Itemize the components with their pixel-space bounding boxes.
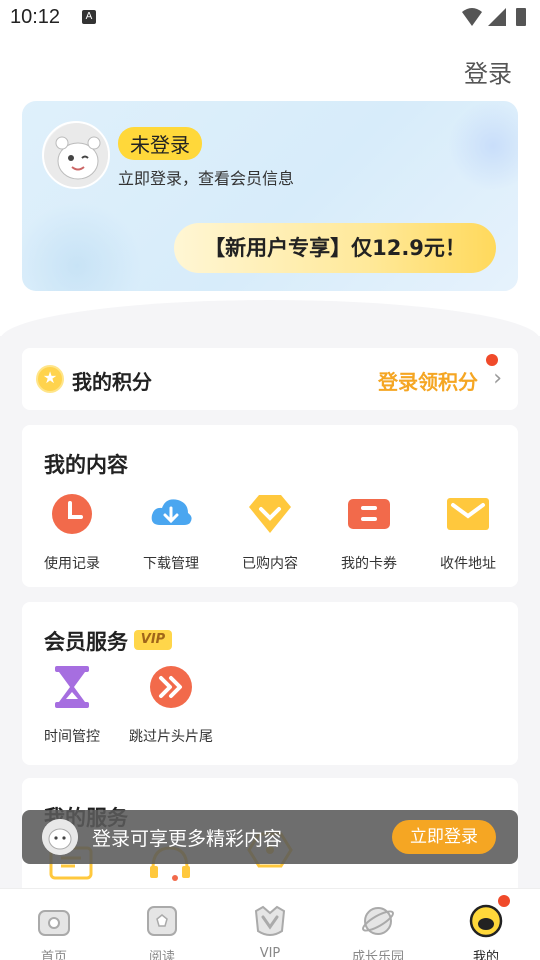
- grid-item-shipping-address[interactable]: 收件地址: [418, 491, 518, 573]
- section-title-member-services: 会员服务: [44, 630, 128, 654]
- my-content-panel: 我的内容 使用记录 下载管理 已购内容 我的卡券 收件地址: [22, 425, 518, 587]
- skip-forward-icon: [150, 666, 192, 708]
- tab-vip[interactable]: VIP: [216, 889, 324, 960]
- status-badge: 未登录: [118, 127, 202, 160]
- cloud-download-icon: [151, 499, 192, 525]
- member-card[interactable]: 未登录 立即登录，查看会员信息 【新用户专享】仅12.9元！: [22, 101, 518, 291]
- clock-icon: [52, 494, 92, 534]
- grid-item-usage-history[interactable]: 使用记录: [22, 491, 122, 573]
- purchased-icon: [249, 495, 291, 533]
- planet-icon: [362, 907, 394, 935]
- points-row[interactable]: 我的积分 登录领积分 ›: [22, 348, 518, 410]
- battery-icon: [516, 8, 526, 26]
- chevron-right-icon: ›: [493, 366, 502, 391]
- member-services-panel: 会员服务 VIP 时间管控 跳过片头片尾: [22, 602, 518, 765]
- new-user-promo-button[interactable]: 【新用户专享】仅12.9元！: [174, 223, 496, 273]
- grid-item-label: 时间管控: [44, 729, 100, 745]
- login-now-button[interactable]: 立即登录: [392, 820, 496, 854]
- wifi-icon: [462, 8, 482, 26]
- tv-icon: [38, 910, 70, 936]
- grid-item-label: 已购内容: [242, 556, 298, 572]
- grid-item-skip-intro-outro[interactable]: 跳过片头片尾: [121, 664, 221, 746]
- grid-item-label: 跳过片头片尾: [129, 729, 213, 745]
- grid-item-time-control[interactable]: 时间管控: [22, 664, 122, 746]
- notification-dot: [486, 354, 498, 366]
- notification-dot: [498, 895, 510, 907]
- tab-label: 阅读: [148, 950, 175, 960]
- vip-badge: VIP: [134, 630, 172, 650]
- tab-label: VIP: [259, 946, 281, 960]
- coupon-icon: [348, 499, 390, 529]
- profile-face-icon: [469, 904, 503, 938]
- tab-label: 成长乐园: [351, 950, 404, 960]
- tab-mine[interactable]: 我的: [432, 889, 540, 960]
- toast-message: 登录可享更多精彩内容: [92, 828, 283, 850]
- login-toast: 登录可享更多精彩内容 立即登录: [22, 810, 518, 864]
- avatar[interactable]: [42, 121, 110, 189]
- tab-growth-park[interactable]: 成长乐园: [324, 889, 432, 960]
- tiger-mascot-icon: [44, 123, 108, 187]
- vip-crown-icon: [254, 905, 286, 936]
- tab-label: 我的: [472, 950, 499, 960]
- hourglass-icon: [55, 666, 89, 708]
- grid-item-label: 下载管理: [143, 556, 199, 572]
- book-icon: [147, 906, 177, 936]
- grid-item-label: 我的卡券: [341, 556, 397, 572]
- login-earn-points-link[interactable]: 登录领积分: [378, 366, 478, 395]
- envelope-icon: [447, 498, 489, 530]
- grid-item-purchased-content[interactable]: 已购内容: [220, 491, 320, 573]
- status-bar: 10:12 A: [0, 0, 540, 36]
- grid-item-download-manager[interactable]: 下载管理: [121, 491, 221, 573]
- tab-label: 首页: [40, 950, 67, 960]
- tab-home[interactable]: 首页: [0, 889, 108, 960]
- tiger-mascot-icon: [42, 819, 78, 855]
- system-icons: [460, 6, 530, 34]
- login-link[interactable]: 登录: [464, 54, 512, 89]
- status-time: 10:12: [10, 6, 61, 28]
- cell-signal-icon: [488, 8, 506, 26]
- section-title-my-content: 我的内容: [44, 453, 128, 477]
- points-coin-icon: [36, 365, 64, 393]
- toast-avatar: [42, 819, 78, 855]
- tab-read[interactable]: 阅读: [108, 889, 216, 960]
- member-card-subtitle: 立即登录，查看会员信息: [118, 169, 295, 188]
- notification-a-icon: A: [82, 10, 96, 24]
- bottom-tab-bar: 首页 阅读 VIP 成长乐园 我的: [0, 888, 540, 960]
- profile-header: 登录 未登录 立即登录，查看会员信息 【新用户专享】仅12.9元！: [0, 36, 540, 336]
- grid-item-label: 使用记录: [44, 556, 100, 572]
- grid-item-label: 收件地址: [440, 556, 496, 572]
- points-title: 我的积分: [72, 370, 152, 394]
- grid-item-my-coupons[interactable]: 我的卡券: [319, 491, 419, 573]
